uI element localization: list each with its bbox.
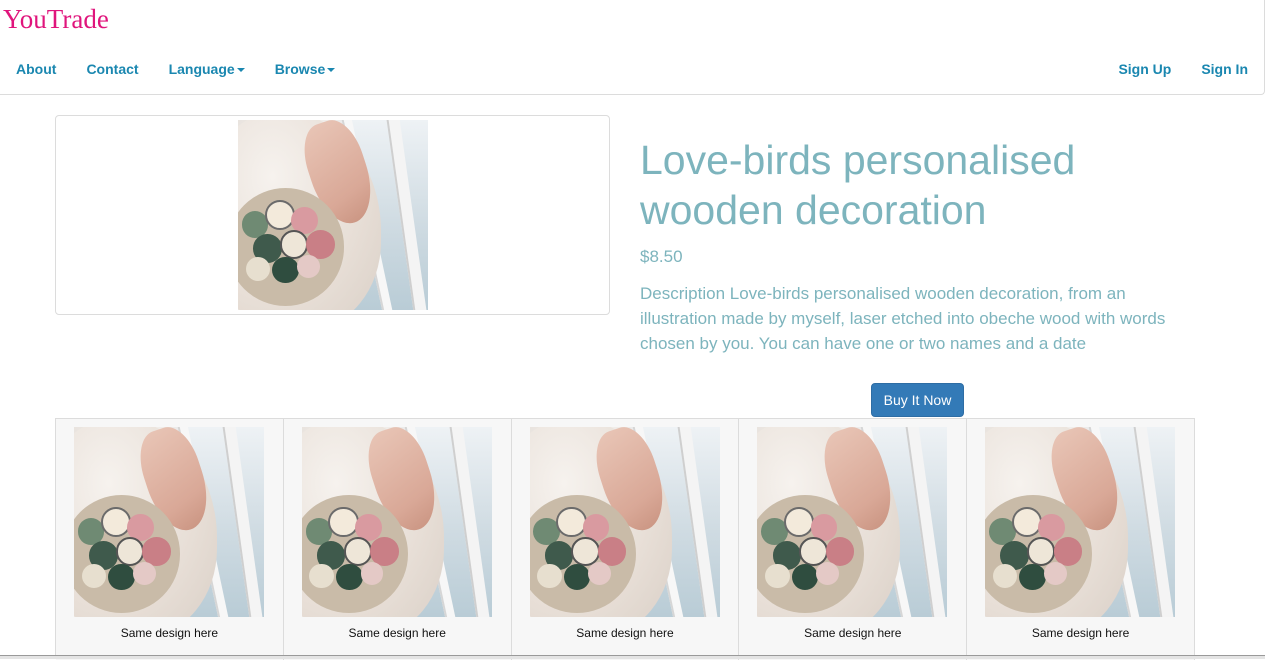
- nav-right: Sign Up Sign In: [1088, 61, 1248, 77]
- related-item-caption: Same design here: [804, 626, 902, 640]
- related-item[interactable]: Same design here: [967, 419, 1195, 660]
- nav-browse-label: Browse: [274, 61, 326, 77]
- bouquet-photo: [985, 427, 1176, 617]
- related-item[interactable]: Same design here: [739, 419, 968, 660]
- product-info: Love-birds personalised wooden decoratio…: [640, 135, 1200, 356]
- nav-browse-dropdown[interactable]: Browse: [275, 61, 336, 77]
- related-item-caption: Same design here: [1031, 626, 1130, 640]
- related-item-caption: Same design here: [348, 626, 446, 640]
- top-navbar: YouTrade About Contact Language Browse S…: [0, 0, 1265, 95]
- product-description: Description Love-birds personalised wood…: [640, 284, 1166, 353]
- nav-language-label: Language: [168, 61, 235, 77]
- bouquet-photo[interactable]: [238, 120, 428, 310]
- related-item[interactable]: Same design here: [511, 419, 740, 660]
- related-item[interactable]: Same design here: [283, 419, 512, 660]
- nav-contact-link[interactable]: Contact: [86, 61, 138, 77]
- bouquet-photo: [74, 427, 264, 617]
- product-price: $8.50: [640, 247, 683, 266]
- sign-in-link[interactable]: Sign In: [1201, 61, 1248, 77]
- bouquet-photo: [757, 427, 948, 617]
- nav-about-link[interactable]: About: [16, 61, 56, 77]
- nav-language-dropdown[interactable]: Language: [169, 61, 245, 77]
- sign-up-link[interactable]: Sign Up: [1118, 61, 1171, 77]
- related-item-caption: Same design here: [120, 626, 219, 640]
- window-bottom-edge: [0, 655, 1265, 659]
- nav-left: About Contact Language Browse: [16, 61, 365, 77]
- product-image-panel: [55, 115, 610, 315]
- related-item[interactable]: Same design here: [56, 419, 284, 660]
- related-item-caption: Same design here: [576, 626, 674, 640]
- bouquet-photo: [301, 427, 492, 617]
- related-items-row: Same design here Same design here Same d…: [55, 418, 1195, 660]
- product-title: Love-birds personalised wooden decoratio…: [640, 137, 1076, 233]
- bouquet-photo: [529, 427, 720, 617]
- caret-down-icon: [327, 68, 336, 73]
- brand-logo-link[interactable]: YouTrade: [3, 3, 109, 35]
- caret-down-icon: [236, 68, 245, 73]
- buy-it-now-button[interactable]: Buy It Now: [871, 383, 964, 417]
